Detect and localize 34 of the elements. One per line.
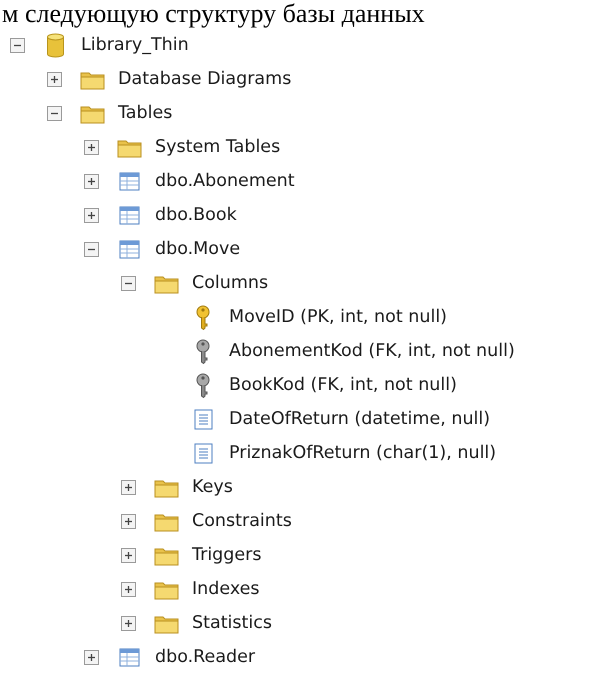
tree-item[interactable]: BookKod (FK, int, not null) xyxy=(229,374,457,396)
expander-icon[interactable] xyxy=(47,106,62,120)
expander-icon[interactable] xyxy=(121,548,136,562)
tree-item[interactable]: dbo.Abonement xyxy=(155,170,295,192)
tree-item[interactable]: Statistics xyxy=(192,612,272,634)
tree-item[interactable]: System Tables xyxy=(155,136,280,158)
tree-item[interactable]: dbo.Book xyxy=(155,204,237,226)
expander-icon[interactable] xyxy=(84,242,99,256)
expander-icon[interactable] xyxy=(84,140,99,154)
expander-icon[interactable] xyxy=(84,208,99,222)
expander-icon[interactable] xyxy=(121,276,136,290)
expander-icon[interactable] xyxy=(10,38,25,52)
expander-icon[interactable] xyxy=(121,616,136,630)
tree-item[interactable]: DateOfReturn (datetime, null) xyxy=(229,408,490,430)
tree-item[interactable]: Tables xyxy=(118,102,172,124)
tree-item[interactable]: dbo.Reader xyxy=(155,646,256,668)
tree-item[interactable]: MoveID (PK, int, not null) xyxy=(229,306,448,328)
heading-text: м следующую структуру базы данных xyxy=(2,0,425,28)
expander-icon[interactable] xyxy=(121,480,136,494)
expander-icon[interactable] xyxy=(47,72,62,86)
tree-item[interactable]: dbo.Move xyxy=(155,238,240,260)
expander-icon[interactable] xyxy=(121,514,136,528)
tree-item[interactable]: Library_Thin xyxy=(81,34,189,56)
expander-icon[interactable] xyxy=(121,582,136,596)
tree-item[interactable]: Indexes xyxy=(192,578,260,600)
tree-item[interactable]: Keys xyxy=(192,476,233,498)
tree-item[interactable]: Columns xyxy=(192,272,268,294)
tree-item[interactable]: PriznakOfReturn (char(1), null) xyxy=(229,442,496,464)
tree-item[interactable]: Constraints xyxy=(192,510,292,532)
tree-item[interactable]: Triggers xyxy=(192,544,262,566)
tree-item[interactable]: AbonementKod (FK, int, not null) xyxy=(229,340,515,362)
tree-item[interactable]: Database Diagrams xyxy=(118,68,292,90)
expander-icon[interactable] xyxy=(84,650,99,664)
expander-icon[interactable] xyxy=(84,174,99,188)
